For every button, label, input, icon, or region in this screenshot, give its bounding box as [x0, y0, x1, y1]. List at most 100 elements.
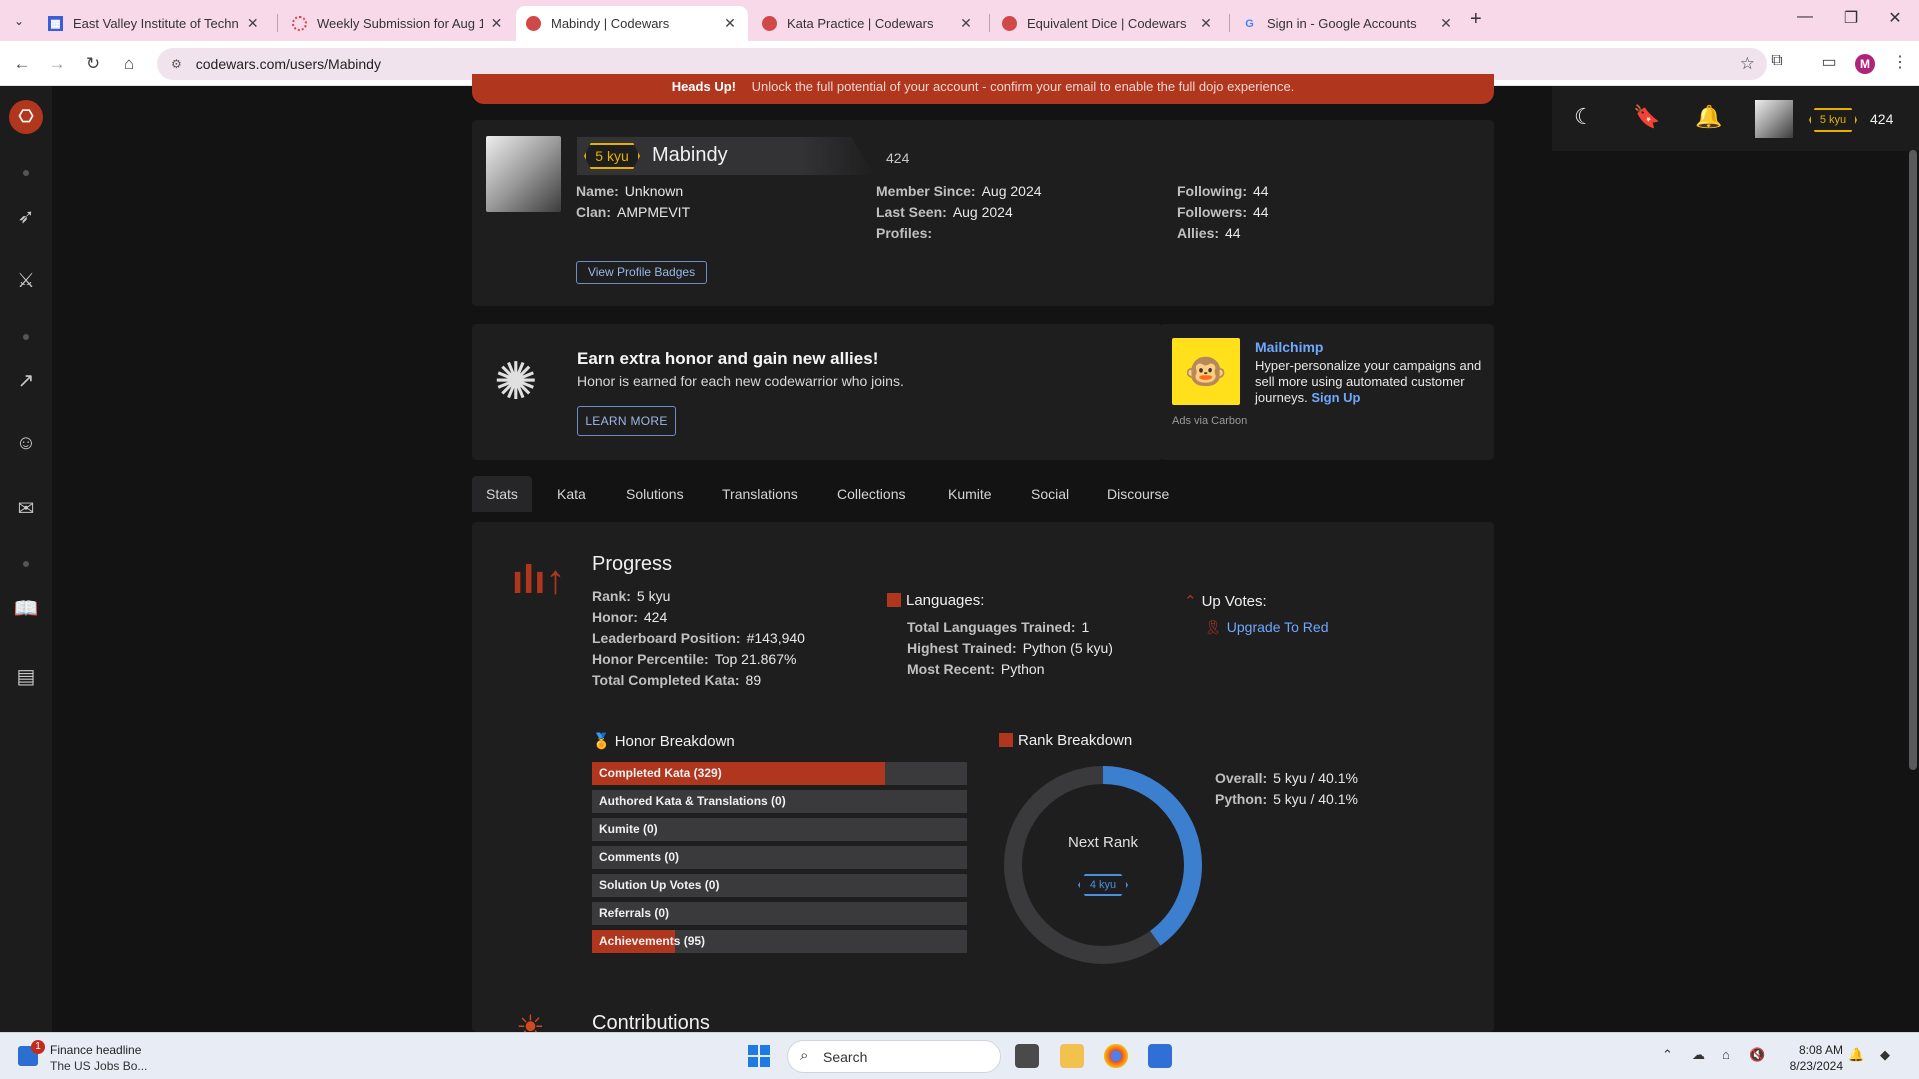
task-view-icon[interactable] — [1015, 1044, 1039, 1068]
browser-menu-kebab-icon[interactable]: ⋮ — [1888, 52, 1912, 72]
profile-avatar — [486, 136, 561, 212]
taskbar-search-box[interactable]: ⌕ Search — [787, 1040, 1001, 1073]
promo-subtitle: Honor is earned for each new codewarrior… — [577, 373, 904, 389]
microsoft-store-icon[interactable] — [1148, 1044, 1172, 1068]
onedrive-offline-icon[interactable]: ☁ — [1692, 1047, 1705, 1063]
tab-title: Mabindy | Codewars — [551, 16, 670, 31]
browser-tab-weekly-submission[interactable]: Weekly Submission for Aug 19 ✕ — [282, 6, 514, 41]
close-window-icon[interactable]: ✕ — [1880, 8, 1910, 28]
referral-promo: ✺ Earn extra honor and gain new allies! … — [472, 324, 1162, 460]
ad-sign-up-link[interactable]: Sign Up — [1311, 390, 1360, 405]
ad-title[interactable]: Mailchimp — [1255, 339, 1323, 355]
notifications-bell-icon[interactable]: 🔔 — [1695, 104, 1722, 130]
honor-breakdown-label: Referrals (0) — [599, 906, 670, 920]
close-tab-icon[interactable]: ✕ — [958, 15, 974, 32]
terminal-icon — [887, 593, 901, 607]
user-avatar[interactable] — [1755, 100, 1793, 138]
copilot-icon[interactable]: ◆ — [1880, 1047, 1890, 1063]
cast-icon[interactable]: ▭ — [1817, 52, 1841, 72]
site-info-icon[interactable]: ⚙ — [171, 57, 182, 71]
languages-total-line: Total Languages Trained: 1 — [907, 619, 1090, 635]
file-explorer-icon[interactable] — [1060, 1044, 1084, 1068]
close-tab-icon[interactable]: ✕ — [1438, 15, 1454, 32]
codewars-logo-icon[interactable]: ⎔ — [9, 100, 43, 134]
browser-tab-mabindy[interactable]: Mabindy | Codewars ✕ — [516, 6, 748, 41]
back-arrow-icon[interactable]: ← — [10, 52, 34, 76]
bookmarks-icon[interactable]: 🔖 — [1633, 104, 1660, 130]
profile-rank-badge: 5 kyu — [584, 143, 640, 169]
profile-username: Mabindy — [652, 144, 728, 166]
honor-breakdown-label: Completed Kata (329) — [599, 766, 722, 780]
learn-more-button[interactable]: LEARN MORE — [577, 406, 676, 436]
rank-overall-line: Overall: 5 kyu / 40.1% — [1215, 770, 1358, 786]
notifications-icon[interactable]: 🔔 — [1848, 1047, 1864, 1063]
email-confirmation-alert: Heads Up! Unlock the full potential of y… — [472, 74, 1494, 104]
volume-muted-icon[interactable]: 🔇 — [1749, 1047, 1765, 1063]
tab-separator — [277, 14, 278, 32]
practice-kata-icon[interactable]: ➶ — [0, 204, 52, 229]
browser-tab-kata-practice[interactable]: Kata Practice | Codewars ✕ — [752, 6, 984, 41]
close-tab-icon[interactable]: ✕ — [1198, 15, 1214, 32]
browser-profile-avatar[interactable]: M — [1855, 54, 1875, 74]
progress-percentile-line: Honor Percentile: Top 21.867% — [592, 651, 797, 667]
tab-search-chevron-icon[interactable]: ⌄ — [8, 10, 30, 32]
chrome-icon[interactable] — [1104, 1044, 1128, 1068]
leaderboards-trend-icon[interactable]: ↗ — [0, 368, 52, 393]
honor-breakdown-row: Solution Up Votes (0) — [592, 874, 967, 897]
forward-arrow-icon[interactable]: → — [45, 52, 69, 76]
dark-mode-moon-icon[interactable]: ☾ — [1574, 104, 1594, 130]
next-rank-badge: 4 kyu — [1078, 874, 1128, 896]
upgrade-to-red-link[interactable]: Upgrade To Red — [1227, 619, 1329, 635]
ads-via-carbon[interactable]: Ads via Carbon — [1172, 415, 1247, 427]
minimize-icon[interactable]: — — [1790, 8, 1820, 26]
tab-kata[interactable]: Kata — [543, 476, 600, 512]
ribbon-icon: 🎗 — [1204, 619, 1222, 635]
news-headline[interactable]: Finance headline — [50, 1043, 141, 1057]
reload-icon[interactable]: ↻ — [81, 52, 105, 76]
tab-collections[interactable]: Collections — [823, 476, 919, 512]
blog-news-icon[interactable]: ▤ — [0, 664, 52, 689]
discussions-icon[interactable]: ✉ — [0, 496, 52, 521]
train-icon[interactable]: ⚔ — [0, 268, 52, 293]
codewars-favicon-icon — [1002, 16, 1017, 31]
tab-stats[interactable]: Stats — [472, 476, 532, 512]
tab-social[interactable]: Social — [1017, 476, 1083, 512]
profile-last-seen-line: Last Seen: Aug 2024 — [876, 204, 1013, 220]
home-icon[interactable]: ⌂ — [117, 52, 141, 76]
restore-window-icon[interactable]: ❐ — [1836, 8, 1866, 28]
extensions-puzzle-icon[interactable]: ⧉ — [1765, 52, 1789, 70]
discord-chat-icon[interactable]: ☺ — [0, 432, 52, 455]
honor-breakdown-row: Completed Kata (329) — [592, 762, 967, 785]
docs-book-icon[interactable]: 📖 — [0, 596, 52, 621]
chevron-up-icon: ⌃ — [1184, 593, 1197, 610]
rank-breakdown-heading: Rank Breakdown — [999, 732, 1132, 749]
progress-leaderboard-line: Leaderboard Position: #143,940 — [592, 630, 805, 646]
new-tab-plus-icon[interactable]: + — [1470, 8, 1482, 31]
bookmark-star-icon[interactable]: ☆ — [1740, 54, 1755, 74]
upgrade-to-red-link-row[interactable]: 🎗 Upgrade To Red — [1204, 619, 1328, 636]
news-subline[interactable]: The US Jobs Bo... — [50, 1059, 147, 1073]
tray-chevron-up-icon[interactable]: ⌃ — [1662, 1047, 1673, 1063]
tab-solutions[interactable]: Solutions — [612, 476, 698, 512]
mailchimp-logo-icon[interactable]: 🐵 — [1172, 338, 1240, 405]
close-tab-icon[interactable]: ✕ — [722, 15, 738, 32]
profile-tabs: Stats Kata Solutions Translations Collec… — [472, 476, 1494, 512]
honor-breakdown-label: Comments (0) — [599, 850, 680, 864]
tab-kumite[interactable]: Kumite — [934, 476, 1006, 512]
system-clock[interactable]: 8:08 AM 8/23/2024 — [1785, 1042, 1843, 1074]
network-icon[interactable]: ⌂ — [1722, 1047, 1730, 1062]
browser-tab-google-sign-in[interactable]: G Sign in - Google Accounts ✕ — [1232, 6, 1464, 41]
close-tab-icon[interactable]: ✕ — [489, 15, 504, 32]
search-icon: ⌕ — [800, 1047, 809, 1064]
windows-start-icon[interactable] — [748, 1045, 770, 1067]
carbon-ad[interactable]: 🐵 Mailchimp Hyper-personalize your campa… — [1160, 324, 1494, 460]
profile-following-line: Following: 44 — [1177, 183, 1269, 199]
browser-tab-evit[interactable]: ▦ East Valley Institute of Technolo ✕ — [38, 6, 270, 41]
page-scrollbar[interactable] — [1909, 150, 1917, 770]
sidebar-divider-dot — [23, 334, 29, 340]
view-profile-badges-button[interactable]: View Profile Badges — [576, 261, 707, 284]
browser-tab-equivalent-dice[interactable]: Equivalent Dice | Codewars ✕ — [992, 6, 1224, 41]
tab-translations[interactable]: Translations — [708, 476, 812, 512]
tab-discourse[interactable]: Discourse — [1093, 476, 1183, 512]
close-tab-icon[interactable]: ✕ — [245, 15, 260, 32]
